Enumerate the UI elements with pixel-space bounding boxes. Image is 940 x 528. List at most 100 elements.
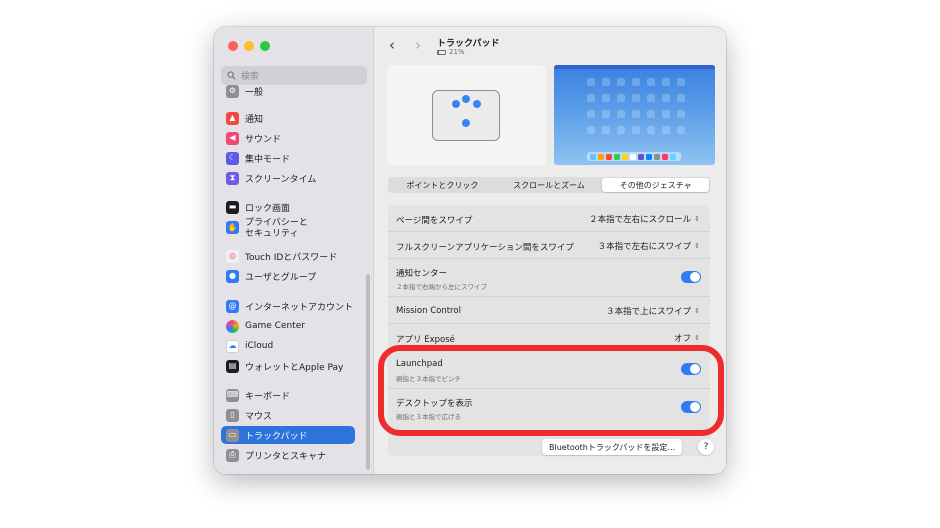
hourglass-icon: ⧗ (226, 171, 239, 185)
sidebar-item-wallet[interactable]: ▤ ウォレットとApple Pay (221, 357, 355, 375)
app-placeholder-icon (677, 126, 685, 134)
printer-icon: ⎙ (226, 448, 239, 462)
sidebar-item-trackpad[interactable]: ▭ トラックパッド (221, 426, 355, 444)
forward-chevron-icon[interactable]: › (415, 38, 421, 53)
sidebar-item-sound[interactable]: ◀ サウンド (221, 129, 355, 147)
sidebar-item-privacy[interactable]: ✋ プライバシーと セキュリティ (221, 217, 355, 243)
sidebar-item-label: スクリーンタイム (245, 174, 317, 185)
mission-control-popup[interactable]: ３本指で上にスワイプ ⇕ (606, 305, 700, 317)
app-placeholder-icon (662, 78, 670, 86)
app-placeholder-icon (602, 78, 610, 86)
sidebar-item-users[interactable]: ● ユーザとグループ (221, 267, 355, 285)
app-placeholder-icon (617, 78, 625, 86)
back-chevron-icon[interactable]: ‹ (389, 38, 395, 53)
tab-scroll-and-zoom[interactable]: スクロールとズーム (496, 178, 603, 192)
app-placeholder-icon (647, 78, 655, 86)
setting-title: フルスクリーンアプリケーション間をスワイプ (396, 243, 574, 253)
setting-row-notification-center: 通知センター ２本指で右端から左にスワイプ (388, 259, 710, 297)
app-placeholder-icon (647, 94, 655, 102)
up-down-chevron-icon: ⇕ (694, 241, 700, 250)
sidebar-item-label: サウンド (245, 134, 282, 145)
sidebar-item-printers[interactable]: ⎙ プリンタとスキャナ (221, 446, 355, 464)
wallet-icon: ▤ (226, 359, 239, 373)
app-placeholder-icon (632, 78, 640, 86)
desktop-preview (554, 65, 715, 165)
battery-percent: 21% (449, 48, 465, 56)
app-placeholder-icon (632, 126, 640, 134)
fingerprint-icon: ◎ (226, 249, 239, 263)
swipe-pages-popup[interactable]: ２本指で左右にスクロール ⇕ (589, 213, 700, 225)
hand-icon: ✋ (226, 221, 239, 234)
window-controls (228, 41, 270, 51)
swipe-fullscreen-popup[interactable]: ３本指で左右にスワイプ ⇕ (598, 240, 700, 252)
app-placeholder-icon (677, 110, 685, 118)
gesture-tabs: ポイントとクリック スクロールとズーム その他のジェスチャ (388, 177, 710, 193)
app-placeholder-icon (602, 110, 610, 118)
bell-icon: ▲ (226, 111, 239, 125)
app-placeholder-icon (662, 94, 670, 102)
sidebar-item-focus[interactable]: ☾ 集中モード (221, 149, 355, 167)
app-placeholder-icon (677, 94, 685, 102)
popup-value: オフ (674, 334, 692, 344)
speaker-icon: ◀ (226, 131, 239, 145)
app-placeholder-icon (587, 94, 595, 102)
sidebar-item-label: ロック画面 (245, 203, 291, 214)
trackpad-illustration (432, 90, 500, 141)
app-placeholder-icon (587, 78, 595, 86)
battery-icon (437, 49, 446, 55)
moon-icon: ☾ (226, 151, 239, 165)
sidebar-item-notifications[interactable]: ▲ 通知 (221, 109, 355, 127)
battery-status: 21% (437, 48, 465, 56)
app-placeholder-icon (617, 110, 625, 118)
app-placeholder-icon (662, 126, 670, 134)
close-window-button[interactable] (228, 41, 238, 51)
sidebar-item-label: プライバシーと セキュリティ (245, 218, 308, 239)
notification-center-toggle[interactable] (681, 271, 701, 283)
keyboard-icon: ⌨ (226, 388, 239, 402)
popup-value: ２本指で左右にスクロール (589, 215, 692, 225)
app-placeholder-icon (647, 110, 655, 118)
sidebar-item-keyboard[interactable]: ⌨ キーボード (221, 386, 355, 404)
tab-point-and-click[interactable]: ポイントとクリック (389, 178, 496, 192)
sidebar-item-touch-id[interactable]: ◎ Touch IDとパスワード (221, 247, 355, 265)
trackpad-icon: ▭ (226, 428, 239, 442)
app-placeholder-icon (587, 110, 595, 118)
search-placeholder: 検索 (241, 72, 260, 82)
popup-value: ３本指で上にスワイプ (606, 307, 692, 317)
sidebar-item-game-center[interactable]: Game Center (221, 317, 355, 335)
tab-more-gestures[interactable]: その他のジェスチャ (602, 178, 710, 192)
sidebar-item-label: 通知 (245, 114, 264, 125)
mouse-icon: ▯ (226, 408, 239, 422)
app-placeholder-icon (632, 110, 640, 118)
app-placeholder-icon (617, 94, 625, 102)
sidebar-item-label: 一般 (245, 87, 264, 98)
sidebar-item-icloud[interactable]: ☁ iCloud (221, 337, 355, 355)
sidebar-item-lock-screen[interactable]: ▬ ロック画面 (221, 198, 355, 216)
setting-title: ページ間をスワイプ (396, 216, 473, 226)
sidebar-item-screen-time[interactable]: ⧗ スクリーンタイム (221, 169, 355, 187)
minimize-window-button[interactable] (244, 41, 254, 51)
setting-row-swipe-pages: ページ間をスワイプ ２本指で左右にスクロール ⇕ (388, 205, 710, 232)
sidebar: 検索 ⚙ 一般 ▲ 通知 ◀ サウンド ☾ 集中モード ⧗ スクリーンタイム ▬… (214, 27, 374, 474)
sidebar-item-mouse[interactable]: ▯ マウス (221, 406, 355, 424)
app-placeholder-icon (647, 126, 655, 134)
game-center-icon (226, 319, 239, 333)
sidebar-item-internet-accounts[interactable]: @ インターネットアカウント (221, 297, 355, 315)
up-down-chevron-icon: ⇕ (694, 333, 700, 342)
sidebar-item-label: 集中モード (245, 154, 291, 165)
finger-dot (462, 95, 470, 103)
zoom-window-button[interactable] (260, 41, 270, 51)
setting-row-swipe-fullscreen: フルスクリーンアプリケーション間をスワイプ ３本指で左右にスワイプ ⇕ (388, 232, 710, 259)
help-button[interactable]: ? (698, 439, 714, 455)
gesture-illustration (387, 65, 546, 165)
users-icon: ● (226, 269, 239, 283)
sidebar-item-general[interactable]: ⚙ 一般 (221, 82, 355, 100)
sidebar-item-label: ユーザとグループ (245, 272, 317, 283)
highlight-annotation (378, 345, 724, 436)
up-down-chevron-icon: ⇕ (694, 214, 700, 223)
bluetooth-trackpad-setup-button[interactable]: Bluetoothトラックパッドを設定… (542, 439, 683, 455)
app-expose-popup[interactable]: オフ ⇕ (674, 332, 700, 344)
cloud-icon: ☁ (226, 339, 239, 353)
sidebar-item-label: ウォレットとApple Pay (245, 362, 344, 373)
sidebar-scrollbar[interactable] (366, 274, 370, 470)
